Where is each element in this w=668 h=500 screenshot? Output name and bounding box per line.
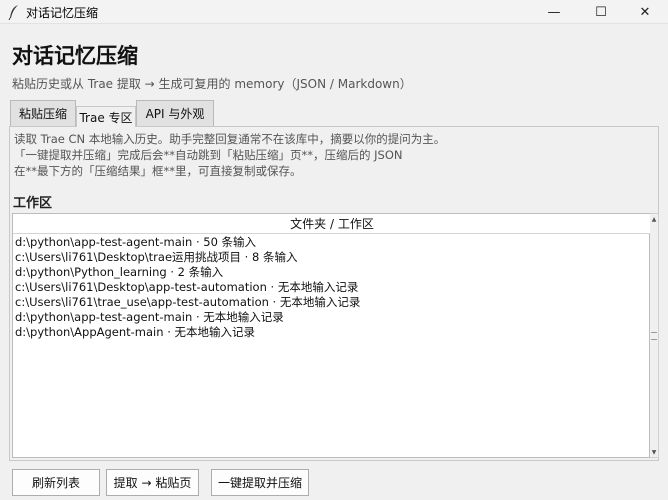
tree-row[interactable]: d:\python\Python_learning · 2 条输入: [15, 265, 360, 280]
feather-icon: [8, 5, 18, 20]
tab-paste-compress[interactable]: 粘贴压缩: [10, 100, 76, 126]
tree-row[interactable]: c:\Users\li761\Desktop\trae运用挑战项目 · 8 条输…: [15, 250, 360, 265]
tree-row[interactable]: d:\python\app-test-agent-main · 50 条输入: [15, 235, 360, 250]
tree-column-header[interactable]: 文件夹 / 工作区: [13, 214, 651, 234]
extract-to-paste-button[interactable]: 提取 → 粘贴页: [106, 469, 199, 496]
trae-panel: 读取 Trae CN 本地输入历史。助手完整回复通常不在该库中，摘要以你的提问为…: [9, 126, 659, 461]
scroll-grip-icon[interactable]: [651, 332, 657, 340]
minimize-button[interactable]: —: [531, 0, 577, 24]
scroll-up-icon[interactable]: ▲: [650, 214, 658, 224]
workspace-section-label: 工作区: [13, 196, 53, 211]
tree-row[interactable]: c:\Users\li761\Desktop\app-test-automati…: [15, 280, 360, 295]
tree-scrollbar[interactable]: ▲ ▼: [650, 213, 659, 458]
trae-description: 读取 Trae CN 本地输入历史。助手完整回复通常不在该库中，摘要以你的提问为…: [14, 132, 446, 178]
tree-rows: d:\python\app-test-agent-main · 50 条输入 c…: [15, 235, 360, 340]
tree-row[interactable]: d:\python\AppAgent-main · 无本地输入记录: [15, 325, 360, 340]
tab-api-appearance[interactable]: API 与外观: [136, 100, 214, 126]
extract-and-compress-button[interactable]: 一键提取并压缩: [211, 469, 309, 496]
tab-trae[interactable]: Trae 专区: [76, 106, 136, 127]
tree-row[interactable]: d:\python\app-test-agent-main · 无本地输入记录: [15, 310, 360, 325]
refresh-list-button[interactable]: 刷新列表: [12, 469, 100, 496]
scroll-down-icon[interactable]: ▼: [650, 447, 658, 457]
page-subtitle: 粘贴历史或从 Trae 提取 → 生成可复用的 memory（JSON / Ma…: [12, 77, 412, 91]
tree-row[interactable]: c:\Users\li761\trae_use\app-test-automat…: [15, 295, 360, 310]
close-button[interactable]: ✕: [622, 0, 668, 24]
maximize-button[interactable]: ☐: [578, 0, 624, 24]
window-title: 对话记忆压缩: [26, 6, 99, 20]
workspace-tree[interactable]: 文件夹 / 工作区 d:\python\app-test-agent-main …: [12, 213, 651, 458]
page-title: 对话记忆压缩: [12, 44, 138, 68]
window-titlebar: 对话记忆压缩 — ☐ ✕: [0, 0, 668, 24]
